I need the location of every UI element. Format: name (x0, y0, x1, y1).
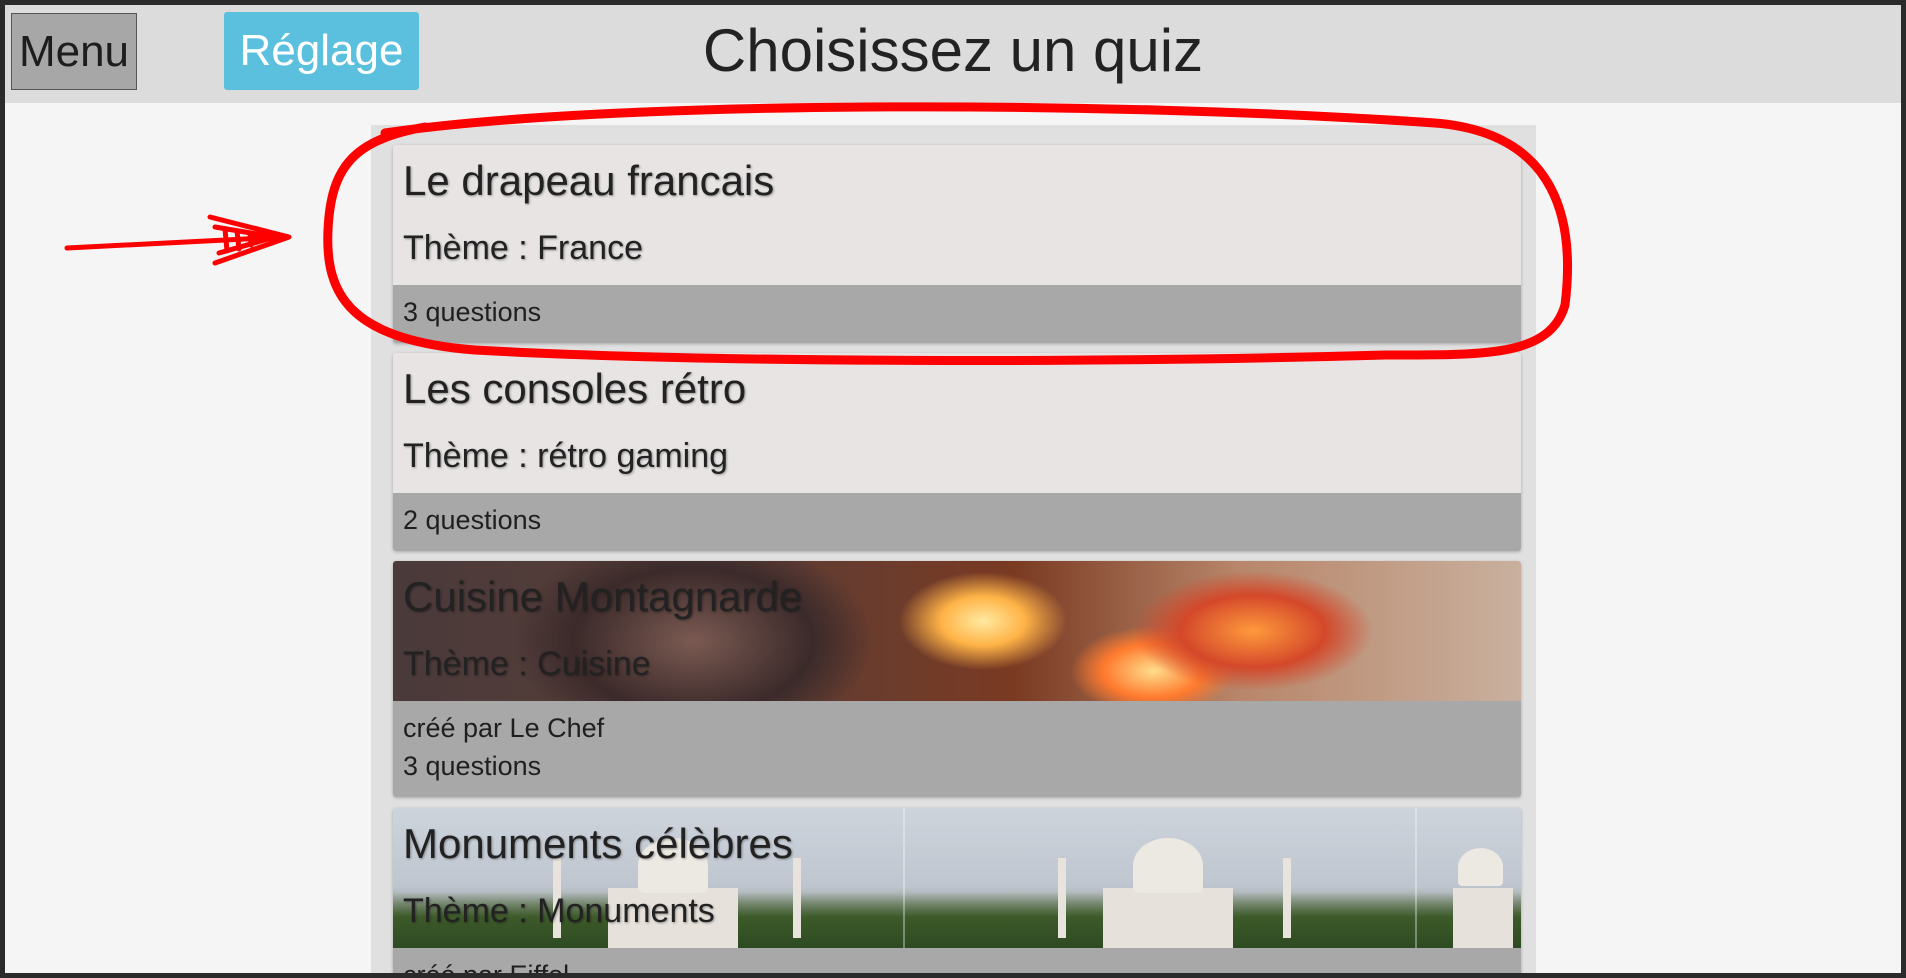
quiz-question-count: 3 questions (403, 297, 542, 327)
quiz-author: créé par Le Chef (403, 713, 605, 743)
quiz-card-header: Monuments célèbres Thème : Monuments (393, 808, 1521, 948)
quiz-card-monuments[interactable]: Monuments célèbres Thème : Monuments cré… (393, 808, 1521, 973)
quiz-card-footer: 3 questions (393, 285, 1521, 343)
quiz-question-count: 2 questions (403, 505, 542, 535)
arrow-head-icon (207, 214, 292, 266)
quiz-card-header: Les consoles rétro Thème : rétro gaming (393, 353, 1521, 493)
quiz-card-cuisine[interactable]: Cuisine Montagnarde Thème : Cuisine créé… (393, 561, 1521, 797)
quiz-card-footer: créé par Le Chef 3 questions (393, 701, 1521, 797)
quiz-theme: Thème : Monuments (403, 892, 715, 930)
quiz-card-header: Le drapeau francais Thème : France (393, 145, 1521, 285)
quiz-theme: Thème : Cuisine (403, 645, 651, 683)
quiz-title: Le drapeau francais (403, 157, 775, 204)
quiz-list: Le drapeau francais Thème : France 3 que… (371, 125, 1536, 973)
arrow-shaft (64, 234, 288, 251)
quiz-card-footer: créé par Eiffel (393, 948, 1521, 973)
quiz-theme: Thème : rétro gaming (403, 437, 729, 475)
quiz-theme: Thème : France (403, 229, 643, 267)
quiz-card-consoles[interactable]: Les consoles rétro Thème : rétro gaming … (393, 353, 1521, 551)
page-title: Choisissez un quiz (702, 17, 1204, 84)
quiz-title: Cuisine Montagnarde (403, 573, 803, 620)
top-bar: Menu Réglage Choisissez un quiz (5, 5, 1901, 103)
quiz-card-footer: 2 questions (393, 493, 1521, 551)
app-window: Menu Réglage Choisissez un quiz Le drape… (5, 5, 1901, 973)
menu-button[interactable]: Menu (11, 13, 137, 90)
quiz-title: Monuments célèbres (403, 820, 793, 867)
quiz-title: Les consoles rétro (403, 365, 747, 412)
quiz-card-header: Cuisine Montagnarde Thème : Cuisine (393, 561, 1521, 701)
quiz-card-drapeau[interactable]: Le drapeau francais Thème : France 3 que… (393, 145, 1521, 343)
quiz-author: créé par Eiffel (403, 956, 1511, 973)
quiz-question-count: 3 questions (403, 751, 542, 781)
